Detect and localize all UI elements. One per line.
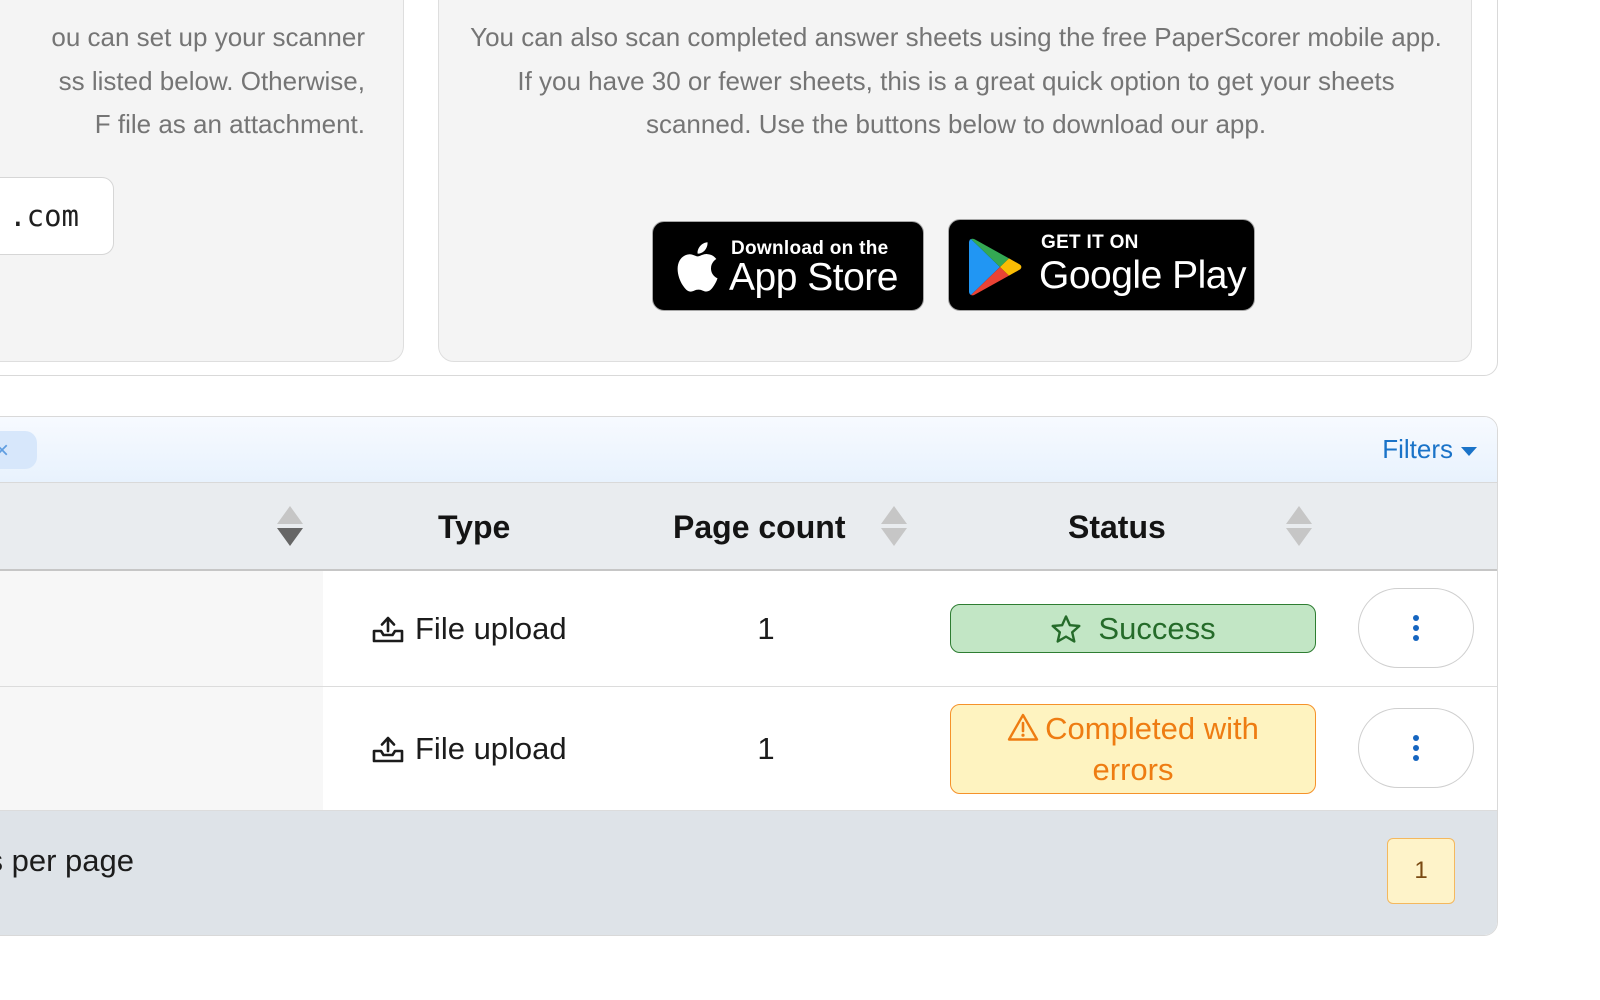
sort-toggle-first-column[interactable] (277, 506, 303, 548)
pagination-page-button[interactable]: 1 (1387, 838, 1455, 904)
table-footer: s per page 1 (0, 811, 1497, 935)
table-row[interactable]: File upload 1 Success (0, 571, 1497, 687)
column-header-type: Type (438, 508, 511, 545)
caret-down-icon (1461, 446, 1477, 456)
sort-ascending-icon (1286, 506, 1312, 524)
star-outline-icon (1051, 614, 1081, 643)
scans-table-card: × Filters Type Page count Status (0, 416, 1498, 936)
type-label: File upload (415, 730, 567, 766)
status-text-wrap: Completed with errors (983, 708, 1283, 790)
column-header-status[interactable]: Status (1068, 483, 1166, 571)
filters-label: Filters (1382, 434, 1453, 464)
table-cell-type: File upload (371, 571, 567, 686)
table-cell-type: File upload (371, 687, 567, 810)
kebab-menu-icon (1413, 615, 1419, 641)
sort-ascending-icon (277, 506, 303, 524)
row-actions-menu-button[interactable] (1358, 588, 1474, 668)
filters-dropdown-button[interactable]: Filters (1382, 434, 1477, 465)
app-store-big-text: App Store (729, 256, 898, 299)
type-label: File upload (415, 610, 567, 646)
row-actions-menu-button[interactable] (1358, 708, 1474, 788)
google-play-logo-icon (969, 238, 1022, 296)
google-play-big-text: Google Play (1039, 254, 1246, 297)
description-line: F file as an attachment. (94, 109, 365, 139)
sort-toggle-status[interactable] (1286, 506, 1312, 548)
table-cell-page-count: 1 (757, 610, 775, 646)
table-toolbar: × Filters (0, 417, 1497, 483)
scan-email-address[interactable]: .com (0, 177, 114, 255)
apple-logo-icon (677, 242, 718, 292)
sort-descending-icon (277, 528, 303, 546)
warning-triangle-icon (1007, 713, 1039, 741)
description-line: ou can set up your scanner (51, 22, 365, 52)
rows-per-page-label: s per page (0, 843, 134, 878)
status-label: Completed with errors (1045, 711, 1259, 787)
table-cell-first (0, 571, 323, 686)
scan-by-app-description: You can also scan completed answer sheet… (470, 22, 1442, 139)
status-badge-warning: Completed with errors (950, 704, 1316, 794)
google-play-small-text: GET IT ON (1041, 232, 1139, 253)
table-cell-page-count: 1 (757, 730, 775, 766)
description-line: ss listed below. Otherwise, (58, 65, 365, 96)
scan-by-email-description: ou can set up your scanner ss listed bel… (0, 16, 365, 147)
sort-descending-icon (881, 528, 907, 546)
table-cell-first (0, 687, 323, 810)
status-badge-success: Success (950, 604, 1316, 653)
sort-ascending-icon (881, 506, 907, 524)
table-row[interactable]: File upload 1 Completed with errors (0, 687, 1497, 811)
sort-toggle-page-count[interactable] (881, 506, 907, 548)
close-icon[interactable]: × (0, 432, 17, 470)
app-store-button[interactable]: Download on the App Store (652, 221, 924, 311)
status-label: Success (1098, 611, 1216, 646)
google-play-button[interactable]: GET IT ON Google Play (948, 219, 1255, 311)
upload-tray-icon (372, 736, 404, 762)
column-header-page-count[interactable]: Page count (673, 483, 845, 571)
table-header-row: Type Page count Status (0, 483, 1497, 571)
upload-tray-icon (372, 616, 404, 642)
kebab-menu-icon (1413, 735, 1419, 761)
sort-descending-icon (1286, 528, 1312, 546)
